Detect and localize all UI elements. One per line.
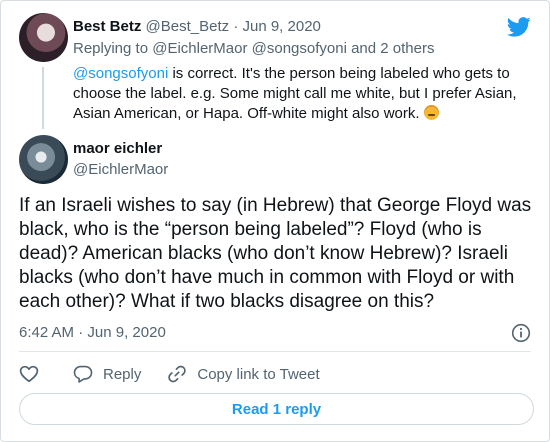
info-icon[interactable] xyxy=(511,323,531,343)
like-button[interactable] xyxy=(19,365,39,383)
heart-icon xyxy=(19,365,39,383)
parent-author-name[interactable]: Best Betz xyxy=(73,18,141,35)
reply-bubble-icon xyxy=(73,365,93,383)
thread-connector-line xyxy=(42,67,44,129)
reply-separator: · xyxy=(78,324,84,341)
copy-link-label: Copy link to Tweet xyxy=(197,365,320,383)
parent-date[interactable]: Jun 9, 2020 xyxy=(242,18,320,35)
replying-to-others[interactable]: and 2 others xyxy=(351,40,434,57)
link-icon xyxy=(168,365,187,383)
replying-to-prefix: Replying to xyxy=(73,40,149,57)
parent-author-avatar[interactable] xyxy=(19,13,68,62)
parent-tweet-text: @songsofyoni is correct. It's the person… xyxy=(73,64,533,124)
replying-to-line: Replying to @EichlerMaor @songsofyoni an… xyxy=(73,39,435,59)
reply-time[interactable]: 6:42 AM xyxy=(19,324,74,341)
parent-author-handle[interactable]: @Best_Betz xyxy=(146,18,230,35)
copy-link-button[interactable]: Copy link to Tweet xyxy=(167,364,320,384)
reply-author-name[interactable]: maor eichler xyxy=(73,139,162,159)
action-bar: Reply Copy link to Tweet xyxy=(19,363,346,385)
parent-separator: · xyxy=(233,18,239,35)
reply-timestamp[interactable]: 6:42 AM · Jun 9, 2020 xyxy=(19,323,166,343)
reply-date[interactable]: Jun 9, 2020 xyxy=(87,324,165,341)
twitter-bird-icon[interactable] xyxy=(507,17,531,37)
winking-face-emoji-icon xyxy=(423,105,439,120)
action-divider xyxy=(19,351,531,352)
reply-author-avatar[interactable] xyxy=(19,135,68,184)
tweet-embed-card: Best Betz @Best_Betz · Jun 9, 2020 Reply… xyxy=(0,0,550,442)
reply-author-handle[interactable]: @EichlerMaor xyxy=(73,160,168,180)
parent-tweet-header: Best Betz @Best_Betz · Jun 9, 2020 xyxy=(73,17,321,37)
parent-mention-link[interactable]: @songsofyoni xyxy=(73,65,168,82)
reply-tweet-text: If an Israeli wishes to say (in Hebrew) … xyxy=(19,195,532,312)
replying-to-users[interactable]: @EichlerMaor @songsofyoni xyxy=(152,40,347,57)
reply-button[interactable]: Reply xyxy=(73,365,141,383)
read-replies-button[interactable]: Read 1 reply xyxy=(19,393,534,425)
reply-label: Reply xyxy=(103,365,142,383)
